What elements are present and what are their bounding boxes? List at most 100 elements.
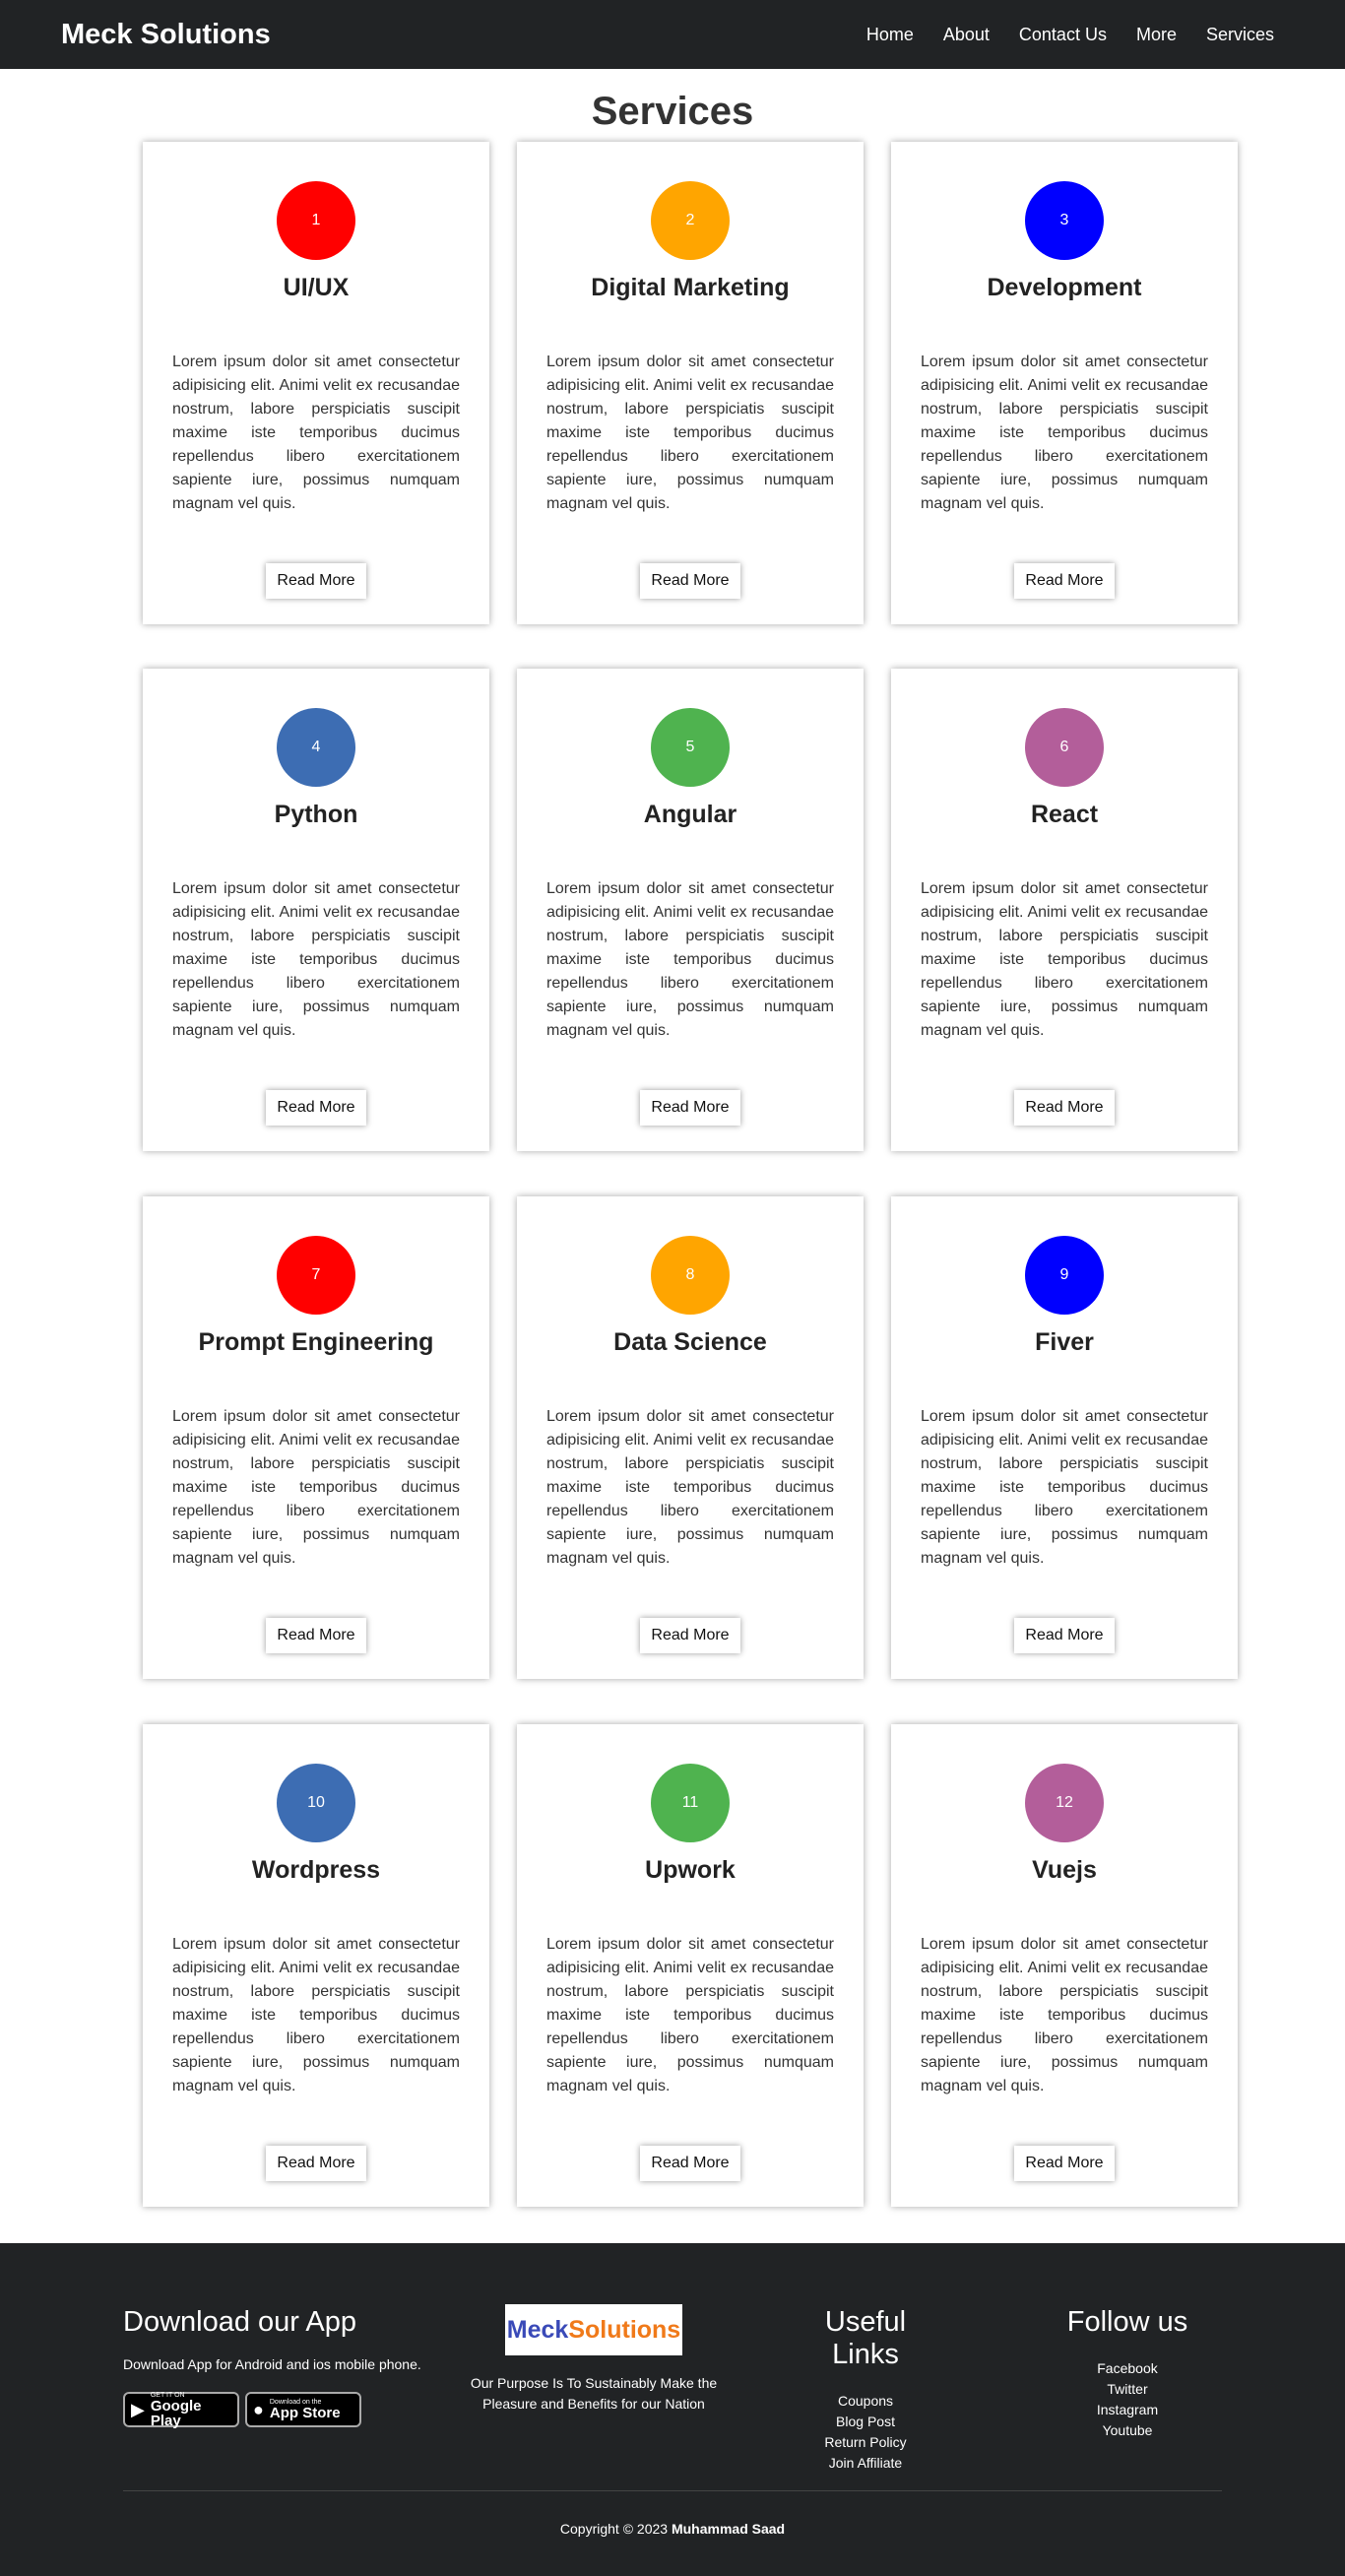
- service-title: Digital Marketing: [591, 274, 790, 301]
- footer-link-join-affiliate[interactable]: Join Affiliate: [790, 2453, 941, 2474]
- read-more-button[interactable]: Read More: [640, 2146, 740, 2181]
- follow-list: Facebook Twitter Instagram Youtube: [1052, 2358, 1203, 2441]
- useful-links-list: Coupons Blog Post Return Policy Join Aff…: [790, 2391, 941, 2474]
- navbar: Meck Solutions Home About Contact Us Mor…: [0, 0, 1345, 69]
- service-description: Lorem ipsum dolor sit amet consectetur a…: [546, 354, 834, 512]
- footer-tagline: Our Purpose Is To Sustainably Make the P…: [470, 2375, 718, 2412]
- service-card-react: 6 React Lorem ipsum dolor sit amet consect…: [891, 669, 1238, 1151]
- footer-logo-part1: Meck: [506, 2315, 569, 2344]
- google-play-label: Google Play: [150, 2397, 202, 2429]
- service-card-upwork: 11 Upwork Lorem ipsum dolor sit amet conse…: [517, 1724, 864, 2207]
- service-description: Lorem ipsum dolor sit amet consectetur a…: [921, 354, 1208, 512]
- service-number-badge: 2: [651, 181, 730, 260]
- read-more-button[interactable]: Read More: [266, 2146, 366, 2181]
- service-number-badge: 10: [277, 1764, 355, 1842]
- footer-brand-section: Meck Solutions Our Purpose Is To Sustaina…: [461, 2304, 727, 2415]
- service-title: Angular: [643, 801, 737, 828]
- useful-links-heading: Useful Links: [824, 2306, 907, 2370]
- service-number-badge: 11: [651, 1764, 730, 1842]
- service-card-digital-marketing: 2 Digital Marketing Lorem ipsum dolor sit …: [517, 142, 864, 624]
- service-card-ui-ux: 1 UI/UX Lorem ipsum dolor sit amet consect…: [143, 142, 489, 624]
- copyright-name: Muhammad Saad: [671, 2521, 786, 2537]
- copyright: Copyright © 2023 Muhammad Saad: [0, 2521, 1345, 2537]
- service-card-wordpress: 10 Wordpress Lorem ipsum dolor sit amet co…: [143, 1724, 489, 2207]
- read-more-button[interactable]: Read More: [1014, 1618, 1115, 1653]
- footer-app-text: Download App for Android and ios mobile …: [123, 2356, 421, 2372]
- service-description: Lorem ipsum dolor sit amet consectetur a…: [172, 880, 460, 1039]
- store-badges: ▶ GET IT ON Google Play ● Download on th…: [123, 2392, 421, 2429]
- nav-link-about[interactable]: About: [943, 25, 990, 45]
- service-card-fiver: 9 Fiver Lorem ipsum dolor sit amet consect…: [891, 1196, 1238, 1679]
- service-title: Upwork: [645, 1856, 736, 1884]
- service-title: Wordpress: [251, 1856, 381, 1884]
- footer-app-section: Download our App Download App for Androi…: [123, 2306, 421, 2429]
- footer-app-heading: Download our App: [123, 2306, 356, 2338]
- footer-divider: [123, 2490, 1222, 2491]
- service-title: Vuejs: [1032, 1856, 1097, 1884]
- service-description: Lorem ipsum dolor sit amet consectetur a…: [546, 1408, 834, 1567]
- service-description: Lorem ipsum dolor sit amet consectetur a…: [921, 880, 1208, 1039]
- footer-link-instagram[interactable]: Instagram: [1052, 2400, 1203, 2420]
- footer-link-facebook[interactable]: Facebook: [1052, 2358, 1203, 2379]
- follow-heading: Follow us: [1066, 2306, 1188, 2338]
- footer: Download our App Download App for Androi…: [0, 2243, 1345, 2576]
- service-title: Fiver: [1035, 1328, 1094, 1356]
- read-more-button[interactable]: Read More: [640, 563, 740, 599]
- brand-logo[interactable]: Meck Solutions: [61, 19, 271, 51]
- service-title: React: [1030, 801, 1099, 828]
- play-icon: ▶: [131, 2400, 145, 2419]
- read-more-button[interactable]: Read More: [1014, 563, 1115, 599]
- service-number-badge: 5: [651, 708, 730, 787]
- nav-links: Home About Contact Us More Services: [866, 25, 1284, 45]
- footer-link-youtube[interactable]: Youtube: [1052, 2420, 1203, 2441]
- service-description: Lorem ipsum dolor sit amet consectetur a…: [172, 1936, 460, 2094]
- app-store-badge[interactable]: ● Download on the App Store: [245, 2392, 361, 2427]
- read-more-button[interactable]: Read More: [266, 563, 366, 599]
- footer-link-coupons[interactable]: Coupons: [790, 2391, 941, 2412]
- service-card-data-science: 8 Data Science Lorem ipsum dolor sit amet …: [517, 1196, 864, 1679]
- service-number-badge: 6: [1025, 708, 1104, 787]
- service-description: Lorem ipsum dolor sit amet consectetur a…: [546, 880, 834, 1039]
- nav-link-contact[interactable]: Contact Us: [1019, 25, 1107, 45]
- service-title: Python: [274, 801, 358, 828]
- footer-link-twitter[interactable]: Twitter: [1052, 2379, 1203, 2400]
- service-number-badge: 7: [277, 1236, 355, 1315]
- service-title: Prompt Engineering: [198, 1328, 434, 1356]
- follow-section: Follow us Facebook Twitter Instagram You…: [1052, 2306, 1203, 2441]
- read-more-button[interactable]: Read More: [640, 1618, 740, 1653]
- service-description: Lorem ipsum dolor sit amet consectetur a…: [546, 1936, 834, 2094]
- service-card-development: 3 Development Lorem ipsum dolor sit amet c…: [891, 142, 1238, 624]
- read-more-button[interactable]: Read More: [640, 1090, 740, 1126]
- read-more-button[interactable]: Read More: [266, 1090, 366, 1126]
- nav-link-more[interactable]: More: [1136, 25, 1177, 45]
- nav-link-home[interactable]: Home: [866, 25, 914, 45]
- app-store-label: App Store: [269, 2405, 341, 2421]
- service-number-badge: 1: [277, 181, 355, 260]
- useful-links-section: Useful Links Coupons Blog Post Return Po…: [790, 2306, 941, 2474]
- service-title: Data Science: [613, 1328, 767, 1356]
- service-card-angular: 5 Angular Lorem ipsum dolor sit amet conse…: [517, 669, 864, 1151]
- copyright-prefix: Copyright © 2023: [559, 2521, 669, 2537]
- apple-icon: ●: [253, 2400, 264, 2419]
- service-number-badge: 3: [1025, 181, 1104, 260]
- service-number-badge: 12: [1025, 1764, 1104, 1842]
- nav-link-services[interactable]: Services: [1206, 25, 1274, 45]
- read-more-button[interactable]: Read More: [1014, 1090, 1115, 1126]
- service-card-prompt-engineering: 7 Prompt Engineering Lorem ipsum dolor sit…: [143, 1196, 489, 1679]
- footer-logo[interactable]: Meck Solutions: [505, 2304, 682, 2355]
- service-title: Development: [987, 274, 1142, 301]
- service-title: UI/UX: [283, 274, 350, 301]
- service-card-vuejs: 12 Vuejs Lorem ipsum dolor sit amet consec…: [891, 1724, 1238, 2207]
- service-card-python: 4 Python Lorem ipsum dolor sit amet consec…: [143, 669, 489, 1151]
- service-description: Lorem ipsum dolor sit amet consectetur a…: [921, 1936, 1208, 2094]
- footer-link-blog-post[interactable]: Blog Post: [790, 2412, 941, 2432]
- service-number-badge: 9: [1025, 1236, 1104, 1315]
- footer-link-return-policy[interactable]: Return Policy: [790, 2432, 941, 2453]
- read-more-button[interactable]: Read More: [1014, 2146, 1115, 2181]
- read-more-button[interactable]: Read More: [266, 1618, 366, 1653]
- google-play-badge[interactable]: ▶ GET IT ON Google Play: [123, 2392, 239, 2429]
- page-title: Services: [591, 90, 754, 133]
- service-number-badge: 8: [651, 1236, 730, 1315]
- service-description: Lorem ipsum dolor sit amet consectetur a…: [921, 1408, 1208, 1567]
- service-description: Lorem ipsum dolor sit amet consectetur a…: [172, 1408, 460, 1567]
